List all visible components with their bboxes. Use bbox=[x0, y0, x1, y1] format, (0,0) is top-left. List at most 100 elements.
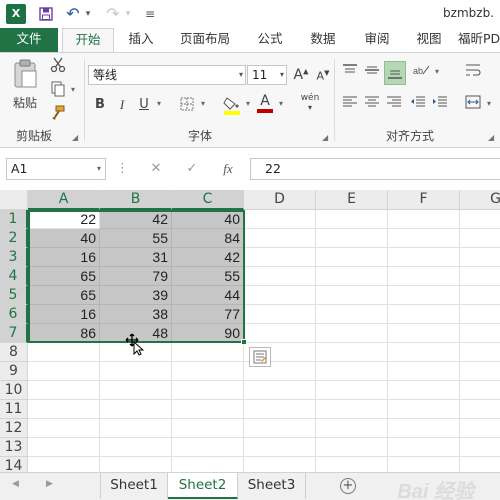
cell-g13[interactable] bbox=[460, 438, 500, 457]
cell-a10[interactable] bbox=[28, 381, 100, 400]
cell-a13[interactable] bbox=[28, 438, 100, 457]
column-header-g[interactable]: G bbox=[460, 190, 500, 210]
tab-formulas[interactable]: 公式 bbox=[248, 28, 292, 52]
shrink-font-button[interactable]: A▼ bbox=[314, 69, 332, 83]
cell-c7[interactable]: 90 bbox=[172, 324, 244, 343]
cell-a6[interactable]: 16 bbox=[28, 305, 100, 324]
cancel-entry-icon[interactable]: ✕ bbox=[148, 160, 164, 178]
cell-e8[interactable] bbox=[316, 343, 388, 362]
cell-g12[interactable] bbox=[460, 419, 500, 438]
row-header-7[interactable]: 7 bbox=[0, 324, 28, 343]
cell-e9[interactable] bbox=[316, 362, 388, 381]
tab-page-layout[interactable]: 页面布局 bbox=[170, 28, 240, 52]
alignment-launcher-icon[interactable]: ◢ bbox=[488, 133, 494, 142]
add-sheet-button[interactable]: + bbox=[340, 478, 356, 494]
cell-f6[interactable] bbox=[388, 305, 460, 324]
cell-e4[interactable] bbox=[316, 267, 388, 286]
orientation-button[interactable]: ab bbox=[410, 63, 432, 85]
row-header-8[interactable]: 8 bbox=[0, 343, 28, 362]
select-all-corner[interactable] bbox=[0, 190, 28, 210]
cell-b12[interactable] bbox=[100, 419, 172, 438]
format-painter-button[interactable] bbox=[48, 105, 68, 123]
cell-c4[interactable]: 55 bbox=[172, 267, 244, 286]
cell-b10[interactable] bbox=[100, 381, 172, 400]
cell-g1[interactable] bbox=[460, 210, 500, 229]
merge-center-button[interactable] bbox=[462, 95, 484, 115]
cell-e2[interactable] bbox=[316, 229, 388, 248]
bold-button[interactable]: B bbox=[92, 97, 108, 112]
cell-e1[interactable] bbox=[316, 210, 388, 229]
worksheet-grid[interactable]: A B C D E F G 1 22 42 40 2 40 55 84 3 16 31 42 4 65 79 55 5 65 39… bbox=[0, 190, 500, 472]
cell-b14[interactable] bbox=[100, 457, 172, 472]
cell-g8[interactable] bbox=[460, 343, 500, 362]
cell-g4[interactable] bbox=[460, 267, 500, 286]
cell-d5[interactable] bbox=[244, 286, 316, 305]
cell-g10[interactable] bbox=[460, 381, 500, 400]
decrease-indent-button[interactable] bbox=[408, 95, 428, 115]
redo-dropdown[interactable]: ▾ bbox=[122, 5, 134, 23]
italic-button[interactable]: I bbox=[114, 97, 130, 113]
cell-e7[interactable] bbox=[316, 324, 388, 343]
row-header-10[interactable]: 10 bbox=[0, 381, 28, 400]
borders-dropdown[interactable]: ▾ bbox=[198, 99, 208, 108]
column-header-b[interactable]: B bbox=[100, 190, 172, 210]
cell-g11[interactable] bbox=[460, 400, 500, 419]
insert-function-button[interactable]: fx bbox=[218, 160, 238, 178]
fill-handle[interactable] bbox=[241, 339, 247, 345]
cell-e11[interactable] bbox=[316, 400, 388, 419]
cell-c14[interactable] bbox=[172, 457, 244, 472]
font-color-button[interactable]: A bbox=[256, 93, 274, 115]
tab-review[interactable]: 审阅 bbox=[354, 28, 400, 52]
cell-f5[interactable] bbox=[388, 286, 460, 305]
cell-d7[interactable] bbox=[244, 324, 316, 343]
fill-color-dropdown[interactable]: ▾ bbox=[243, 99, 253, 108]
row-header-11[interactable]: 11 bbox=[0, 400, 28, 419]
cell-b4[interactable]: 79 bbox=[100, 267, 172, 286]
phonetic-guide-button[interactable]: wén ▾ bbox=[296, 93, 324, 115]
tab-insert[interactable]: 插入 bbox=[118, 28, 164, 52]
cell-f12[interactable] bbox=[388, 419, 460, 438]
cell-c12[interactable] bbox=[172, 419, 244, 438]
customize-quick-access-button[interactable]: ≡ bbox=[142, 5, 158, 23]
cell-e13[interactable] bbox=[316, 438, 388, 457]
font-name-box[interactable]: 等线 ▾ bbox=[88, 65, 246, 85]
cell-a2[interactable]: 40 bbox=[28, 229, 100, 248]
cell-c11[interactable] bbox=[172, 400, 244, 419]
underline-dropdown[interactable]: ▾ bbox=[154, 99, 164, 108]
row-header-12[interactable]: 12 bbox=[0, 419, 28, 438]
merge-dropdown[interactable]: ▾ bbox=[484, 99, 494, 108]
cell-e3[interactable] bbox=[316, 248, 388, 267]
grow-font-button[interactable]: A▲ bbox=[292, 67, 310, 83]
row-header-3[interactable]: 3 bbox=[0, 248, 28, 267]
cell-g14[interactable] bbox=[460, 457, 500, 472]
cell-f13[interactable] bbox=[388, 438, 460, 457]
copy-dropdown[interactable]: ▾ bbox=[68, 85, 78, 94]
cell-f7[interactable] bbox=[388, 324, 460, 343]
cell-d12[interactable] bbox=[244, 419, 316, 438]
name-box[interactable]: A1 ▾ bbox=[6, 158, 106, 180]
cell-a1[interactable]: 22 bbox=[28, 210, 100, 229]
cell-f8[interactable] bbox=[388, 343, 460, 362]
redo-button[interactable]: ↷ bbox=[104, 5, 122, 23]
cell-c5[interactable]: 44 bbox=[172, 286, 244, 305]
clipboard-launcher-icon[interactable]: ◢ bbox=[72, 133, 78, 142]
cell-d13[interactable] bbox=[244, 438, 316, 457]
underline-button[interactable]: U bbox=[136, 97, 152, 112]
cell-a4[interactable]: 65 bbox=[28, 267, 100, 286]
column-header-a[interactable]: A bbox=[28, 190, 100, 210]
row-header-6[interactable]: 6 bbox=[0, 305, 28, 324]
align-right-button[interactable] bbox=[384, 95, 404, 115]
cell-g2[interactable] bbox=[460, 229, 500, 248]
cell-a5[interactable]: 65 bbox=[28, 286, 100, 305]
cell-f14[interactable] bbox=[388, 457, 460, 472]
prev-sheet-icon[interactable]: ◀ bbox=[12, 479, 19, 489]
cell-d2[interactable] bbox=[244, 229, 316, 248]
cell-a8[interactable] bbox=[28, 343, 100, 362]
tab-home[interactable]: 开始 bbox=[62, 28, 114, 53]
sheet-tab-sheet2[interactable]: Sheet2 bbox=[168, 473, 238, 499]
cell-e14[interactable] bbox=[316, 457, 388, 472]
align-left-button[interactable] bbox=[340, 95, 360, 115]
cell-e10[interactable] bbox=[316, 381, 388, 400]
cell-b1[interactable]: 42 bbox=[100, 210, 172, 229]
cell-d6[interactable] bbox=[244, 305, 316, 324]
